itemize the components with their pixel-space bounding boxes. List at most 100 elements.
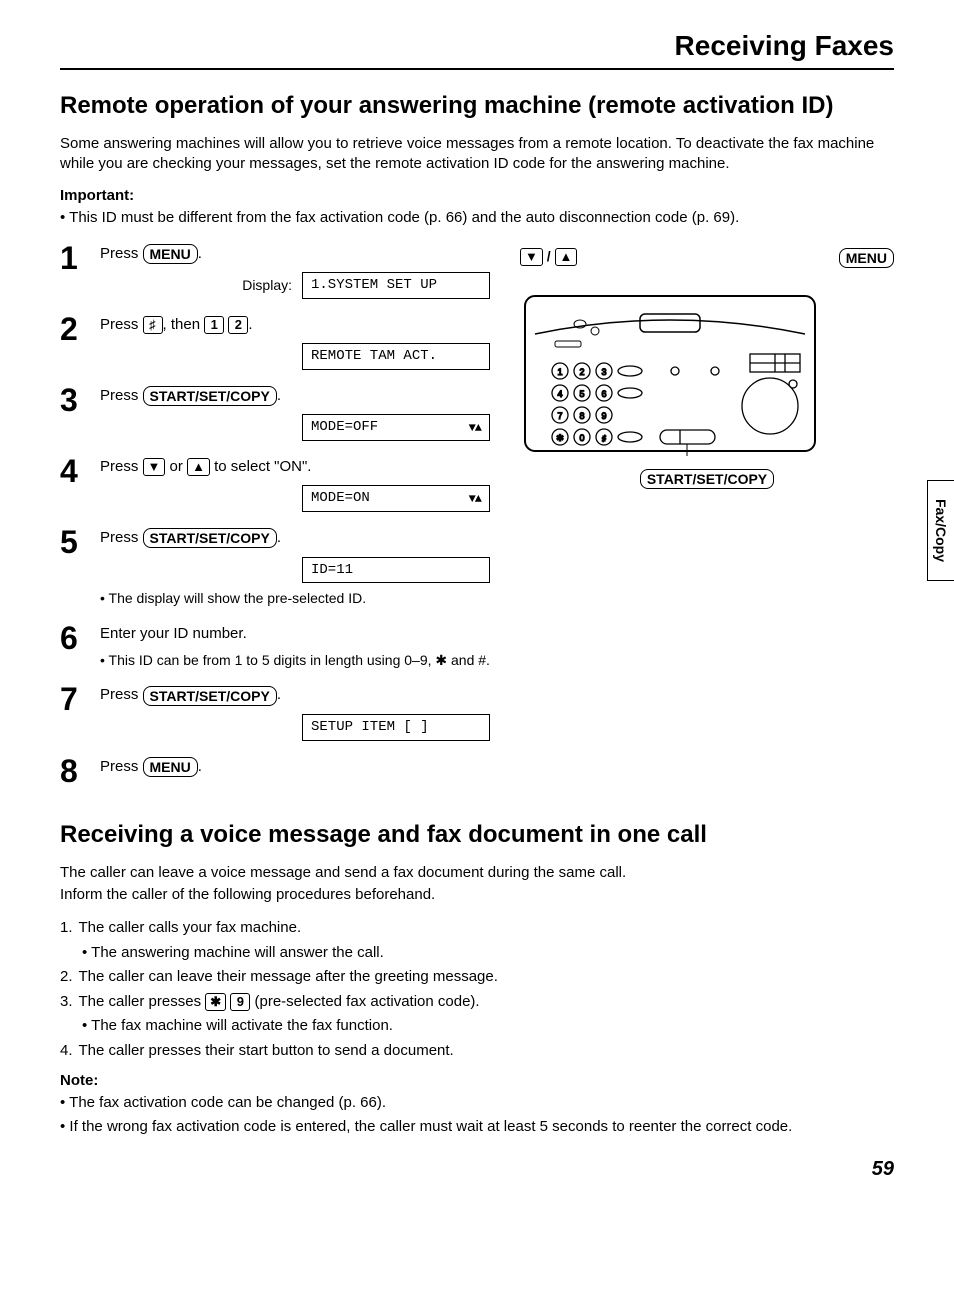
step-num: 8 — [60, 755, 86, 787]
step-4: 4 Press ▼ or ▲ to select "ON". MODE=ON ▼▲ — [60, 455, 490, 512]
step-text: . — [198, 245, 202, 262]
start-set-copy-key: START/SET/COPY — [143, 386, 277, 406]
step-num: 5 — [60, 526, 86, 608]
list-sub: The answering machine will answer the ca… — [82, 942, 894, 965]
step-num: 4 — [60, 455, 86, 512]
lcd-display: REMOTE TAM ACT. — [302, 343, 490, 370]
page-content: Receiving Faxes Remote operation of your… — [0, 0, 954, 1211]
step-3: 3 Press START/SET/COPY. MODE=OFF ▼▲ — [60, 384, 490, 441]
arrows-icon: ▼▲ — [469, 420, 481, 436]
page-title: Receiving Faxes — [60, 30, 894, 70]
start-set-copy-key: START/SET/COPY — [143, 528, 277, 548]
list-text: The caller can leave their message after… — [79, 968, 498, 985]
svg-text:✱: ✱ — [556, 433, 564, 443]
section2-intro-a: The caller can leave a voice message and… — [60, 863, 894, 883]
note-bullet: If the wrong fax activation code is ente… — [60, 1117, 894, 1137]
step-text: Press — [100, 529, 143, 546]
svg-text:5: 5 — [579, 389, 584, 399]
step-num: 6 — [60, 622, 86, 669]
list-num: 1. — [60, 919, 73, 936]
important-label: Important: — [60, 187, 894, 204]
svg-text:6: 6 — [601, 389, 606, 399]
step-num: 7 — [60, 683, 86, 740]
svg-text:9: 9 — [601, 411, 606, 421]
step-text: , then — [163, 316, 205, 333]
step-text: or — [165, 458, 187, 475]
lcd-display: 1.SYSTEM SET UP — [302, 272, 490, 299]
step-text: . — [277, 529, 281, 546]
list-item: 4.The caller presses their start button … — [60, 1040, 894, 1063]
important-bullet: This ID must be different from the fax a… — [60, 208, 894, 228]
one-key: 1 — [204, 316, 224, 334]
step-sub: This ID can be from 1 to 5 digits in len… — [100, 651, 490, 670]
lcd-text: ID=11 — [311, 561, 353, 580]
page-number: 59 — [60, 1158, 894, 1181]
svg-text:0: 0 — [579, 433, 584, 443]
hash-key: ♯ — [143, 316, 163, 334]
step-8: 8 Press MENU. — [60, 755, 490, 787]
up-key: ▲ — [187, 458, 210, 476]
list-text: The caller calls your fax machine. — [79, 919, 302, 936]
step-num: 3 — [60, 384, 86, 441]
list-text: The caller presses — [79, 993, 206, 1010]
step-6: 6 Enter your ID number. This ID can be f… — [60, 622, 490, 669]
lcd-text: MODE=ON — [311, 489, 370, 508]
svg-text:3: 3 — [601, 367, 606, 377]
step-text: Press — [100, 458, 143, 475]
section2-heading: Receiving a voice message and fax docume… — [60, 821, 894, 849]
step-5: 5 Press START/SET/COPY. ID=11 The displa… — [60, 526, 490, 608]
fax-device-illustration: 1 2 3 4 5 6 7 8 9 ✱ 0 ♯ — [520, 276, 820, 456]
svg-text:♯: ♯ — [602, 434, 606, 443]
device-illustration-column: ▼ / ▲ MENU 1 2 3 4 5 6 7 8 — [520, 242, 894, 489]
list-text: The caller presses their start button to… — [79, 1042, 454, 1059]
list-num: 2. — [60, 968, 73, 985]
list-item: 1. The caller calls your fax machine. — [60, 917, 894, 940]
list-text: (pre-selected fax activation code). — [250, 993, 479, 1010]
nine-key: 9 — [230, 993, 250, 1011]
lcd-text: MODE=OFF — [311, 418, 378, 437]
step-text: Press — [100, 686, 143, 703]
section1-heading: Remote operation of your answering machi… — [60, 92, 894, 120]
step-sub: The display will show the pre-selected I… — [100, 589, 490, 608]
list-item: 3.The caller presses ✱ 9 (pre-selected f… — [60, 991, 894, 1014]
svg-text:1: 1 — [557, 367, 562, 377]
step-text: . — [277, 387, 281, 404]
step-text: . — [277, 686, 281, 703]
svg-text:4: 4 — [557, 389, 562, 399]
svg-text:8: 8 — [579, 411, 584, 421]
step-text: Press — [100, 316, 143, 333]
step-7: 7 Press START/SET/COPY. SETUP ITEM [ ] — [60, 683, 490, 740]
note-bullet: The fax activation code can be changed (… — [60, 1093, 894, 1113]
start-set-copy-label: START/SET/COPY — [640, 469, 774, 489]
step-2: 2 Press ♯, then 1 2. REMOTE TAM ACT. — [60, 313, 490, 370]
svg-text:7: 7 — [557, 411, 562, 421]
list-item: 2. The caller can leave their message aft… — [60, 966, 894, 989]
step-text: Press — [100, 387, 143, 404]
section1-intro: Some answering machines will allow you t… — [60, 134, 894, 175]
step-num: 1 — [60, 242, 86, 299]
svg-text:2: 2 — [579, 367, 584, 377]
step-text: Press — [100, 758, 143, 775]
step-1: 1 Press MENU. Display: 1.SYSTEM SET UP — [60, 242, 490, 299]
two-key: 2 — [228, 316, 248, 334]
step-text: . — [198, 758, 202, 775]
list-num: 3. — [60, 993, 73, 1010]
down-key-icon: ▼ — [520, 248, 543, 266]
arrows-icon: ▼▲ — [469, 491, 481, 507]
lcd-text: REMOTE TAM ACT. — [311, 347, 437, 366]
lcd-display: SETUP ITEM [ ] — [302, 714, 490, 741]
menu-key: MENU — [143, 757, 198, 777]
step-text: to select "ON". — [210, 458, 312, 475]
up-key-icon: ▲ — [555, 248, 578, 266]
steps-column: 1 Press MENU. Display: 1.SYSTEM SET UP 2… — [60, 242, 490, 801]
step-text: Press — [100, 245, 143, 262]
step-num: 2 — [60, 313, 86, 370]
step-text: Enter your ID number. — [100, 625, 247, 642]
lcd-display: MODE=ON ▼▲ — [302, 485, 490, 512]
step-text: . — [248, 316, 252, 333]
down-key: ▼ — [143, 458, 166, 476]
lcd-display: ID=11 — [302, 557, 490, 584]
list-sub: The fax machine will activate the fax fu… — [82, 1015, 894, 1038]
lcd-display: MODE=OFF ▼▲ — [302, 414, 490, 441]
section2-intro-b: Inform the caller of the following proce… — [60, 885, 894, 905]
